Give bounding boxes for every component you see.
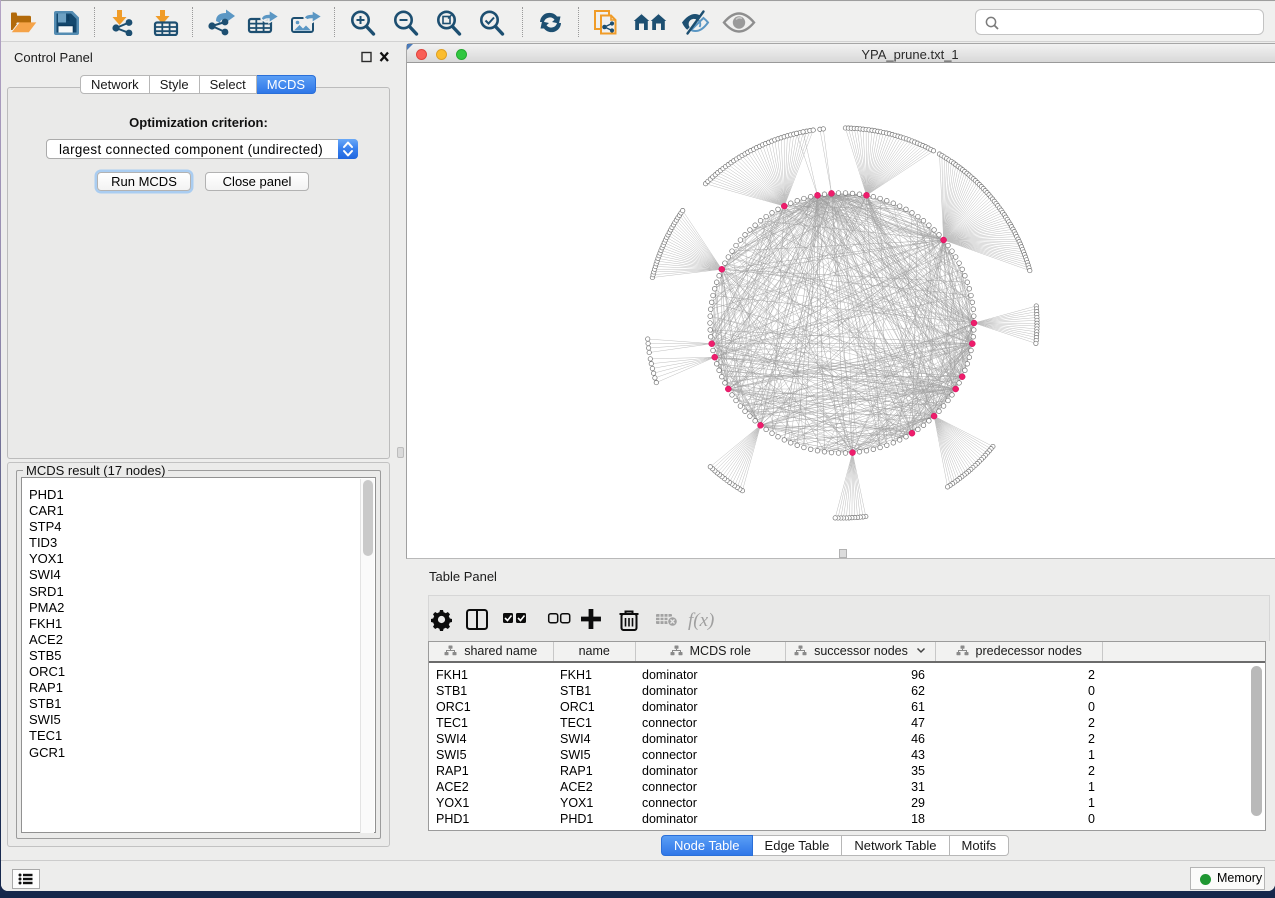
svg-text:f(x): f(x) (688, 610, 714, 631)
